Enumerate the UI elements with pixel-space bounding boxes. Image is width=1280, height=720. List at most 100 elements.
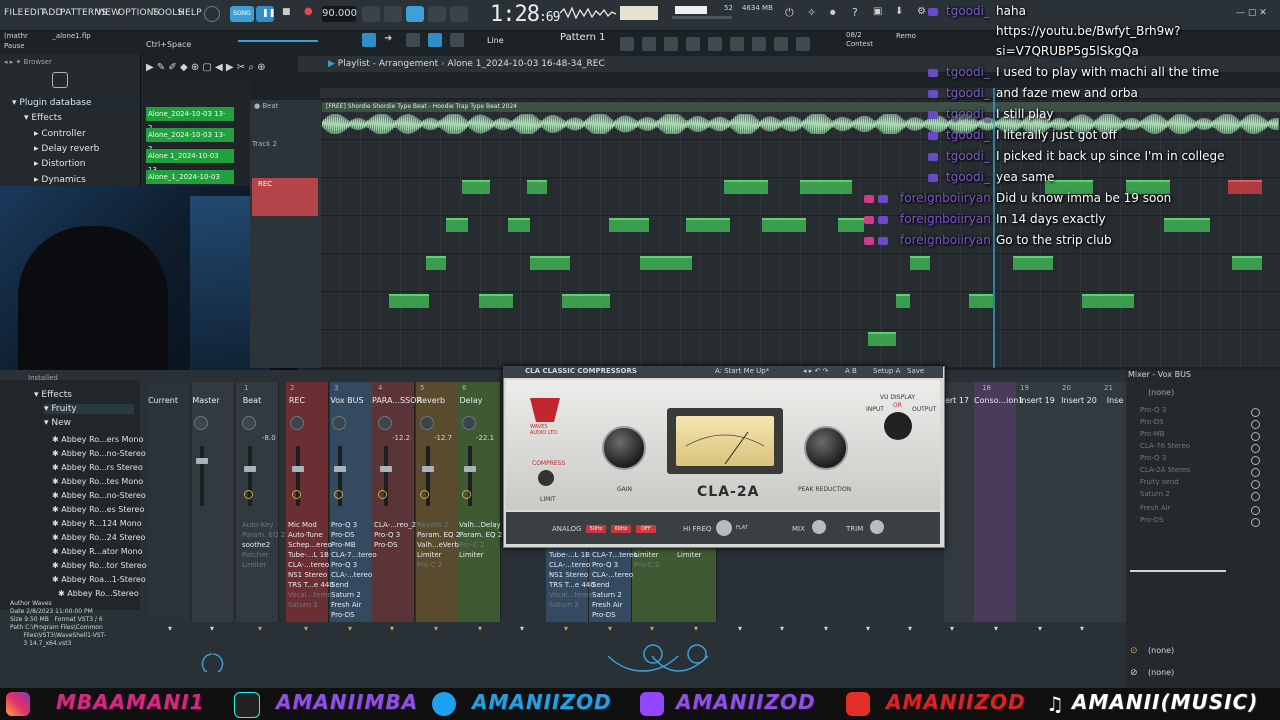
send-arrow-icon[interactable]: ▾ [866,624,870,633]
send-arrow-icon[interactable]: ▾ [780,624,784,633]
tree-item-plugin[interactable]: ✱ Abbey Ro...tor Stereo [52,561,147,570]
send-arrow-icon[interactable]: ▾ [694,624,698,633]
send-arrow-icon[interactable]: ▾ [520,624,524,633]
audio-clip[interactable] [530,256,570,270]
track-rec-header[interactable]: REC [252,178,318,216]
volume-fader[interactable] [244,466,256,472]
fx-slot[interactable]: CLA-7...tereo [592,550,638,560]
insert-slot[interactable]: Pro-DS [1140,516,1164,524]
fx-slot[interactable]: Saturn 2 [288,600,334,610]
ab-toggle[interactable]: A B [845,367,857,375]
sidechain-select[interactable]: (none) [1148,668,1174,677]
magnet-icon[interactable] [450,33,464,47]
browser-item-effects[interactable]: ▾ Effects [24,113,62,123]
pattern-add-icon[interactable] [620,37,634,51]
audio-clip[interactable] [446,218,468,232]
audio-clip[interactable] [1013,256,1053,270]
tree-root[interactable]: Installed [28,374,58,382]
fx-chain[interactable]: Tube-...L 1B CLA-...tereo NS1 Stereo TRS… [549,550,595,610]
audio-clip[interactable] [508,218,530,232]
fx-slot[interactable]: Send [592,580,638,590]
cpu-icon[interactable]: ✧ [804,6,822,22]
audio-clip[interactable] [640,256,692,270]
send-arrow-icon[interactable]: ▾ [994,624,998,633]
fx-slot[interactable]: Pro-C 2 [634,560,659,570]
send-arrow-icon[interactable]: ▾ [1038,624,1042,633]
fx-slot[interactable]: Param. EQ 2 [459,530,502,540]
playlist-tools[interactable]: ▶ ✎ ✐ ◆ ⊕ ▢ ◀ ▶ ✂ ⌕ ⊕ [146,62,266,73]
audio-clip[interactable] [724,180,768,194]
window-controls[interactable]: — ▢ ✕ [1236,8,1267,18]
browser-icon[interactable] [708,37,722,51]
cut-icon[interactable] [774,37,788,51]
render-icon[interactable]: ⬇ [892,6,910,22]
stop-button[interactable]: ■ [278,6,296,22]
compress-limit-switch[interactable] [538,470,554,486]
fx-slot[interactable]: Valh...eVerb [417,540,460,550]
insert-slot[interactable]: Pro-Q 3 [1140,406,1166,414]
fx-slot[interactable]: Saturn 2 [331,590,377,600]
browser-item-controller[interactable]: ▸ Controller [34,129,86,139]
send-arrow-icon[interactable]: ▾ [824,624,828,633]
insert-slot[interactable]: Fresh Air [1140,504,1170,512]
insert-slot[interactable]: Pro-MB [1140,430,1165,438]
browser-item-plugin-database[interactable]: ▾ Plugin database [12,98,140,108]
fx-chain[interactable]: Valh...Delay Param. EQ 2 Pro-C 2 Limiter [459,520,502,560]
route-indicator[interactable] [244,490,253,499]
mixer-icon[interactable] [642,37,656,51]
fx-slot[interactable]: Pro-Q 3 [592,560,638,570]
audio-clip[interactable] [562,294,610,308]
insert-mix-knob[interactable] [1251,468,1260,477]
tree-item-plugin[interactable]: ✱ Abbey R...ator Mono [52,547,143,556]
insert-mix-knob[interactable] [1251,506,1260,515]
clip-source-item[interactable]: Alone_1_2024-10-03 11... [146,170,234,195]
send-arrow-icon[interactable]: ▾ [1080,624,1084,633]
pattern-select[interactable]: Pattern 1 [560,32,606,43]
tree-item-plugin[interactable]: ✱ Abbey Roa...1-Stereo [52,575,146,584]
fx-slot[interactable]: Auto-Tune [288,530,334,540]
preset-name[interactable]: A: Start Me Up* [715,367,769,375]
pan-knob[interactable] [378,416,392,430]
pan-knob[interactable] [420,416,434,430]
volume-fader[interactable] [464,466,476,472]
metronome-icon[interactable] [362,6,380,22]
fx-slot[interactable]: Mic Mod [288,520,334,530]
clip-source-item[interactable]: Alone_2024-10-03 13-2... [146,107,234,132]
mixer-strip-insert-20[interactable] [1058,382,1101,622]
save-icon[interactable]: ▣ [870,6,888,22]
preset-nav-icon[interactable]: ◂ ▸ ↶ ↷ [803,367,828,375]
mix-knob[interactable] [812,520,826,534]
fx-slot[interactable]: Auto-Key [242,520,285,530]
send-arrow-icon[interactable]: ▾ [210,624,214,633]
fx-slot[interactable]: Pro-Q 3 [331,560,377,570]
insert-mix-knob[interactable] [1251,408,1260,417]
volume-fader[interactable] [334,466,346,472]
fx-slot[interactable]: TRS T...e 440 [288,580,334,590]
record-mode-icon[interactable] [204,6,220,22]
browser-item-distortion[interactable]: ▸ Distortion [34,159,86,169]
fx-slot[interactable]: Limiter [459,550,502,560]
fx-slot[interactable]: CLA-...tereo [331,570,377,580]
fx-chain[interactable]: CLA-...reo_2 Pro-Q 3 Pro-DS [374,520,416,550]
plugin-picker-icon[interactable] [730,37,744,51]
pan-knob[interactable] [290,416,304,430]
loop-record-icon[interactable] [450,6,468,22]
pan-knob[interactable] [332,416,346,430]
tree-item-plugin[interactable]: ✱ Abbey R...124 Mono [52,519,142,528]
browser-item-delay-reverb[interactable]: ▸ Delay reverb [34,144,99,154]
tools-icon[interactable] [752,37,766,51]
vu-display-switch[interactable] [884,412,912,440]
tree-item-plugin[interactable]: ✱ Abbey Ro...Stereo [58,589,139,598]
send-arrow-icon[interactable]: ▾ [738,624,742,633]
position-slider[interactable] [238,40,318,42]
tree-item-fruity[interactable]: ▾ Fruity [44,404,134,414]
insert-slot[interactable]: CLA-76 Stereo [1140,442,1190,450]
fx-slot[interactable]: CLA-...tereo [549,560,595,570]
fx-slot[interactable]: Valh...Delay [459,520,502,530]
gain-knob[interactable] [602,426,646,470]
audio-clip[interactable] [609,218,649,232]
remote-label[interactable]: Remo [896,32,916,40]
input-select[interactable]: (none) [1148,388,1174,397]
fx-chain[interactable]: Pro-Q 3 Pro-DS Pro-MB CLA-7...tereo Pro-… [331,520,377,620]
fx-slot[interactable]: Fresh Air [592,600,638,610]
